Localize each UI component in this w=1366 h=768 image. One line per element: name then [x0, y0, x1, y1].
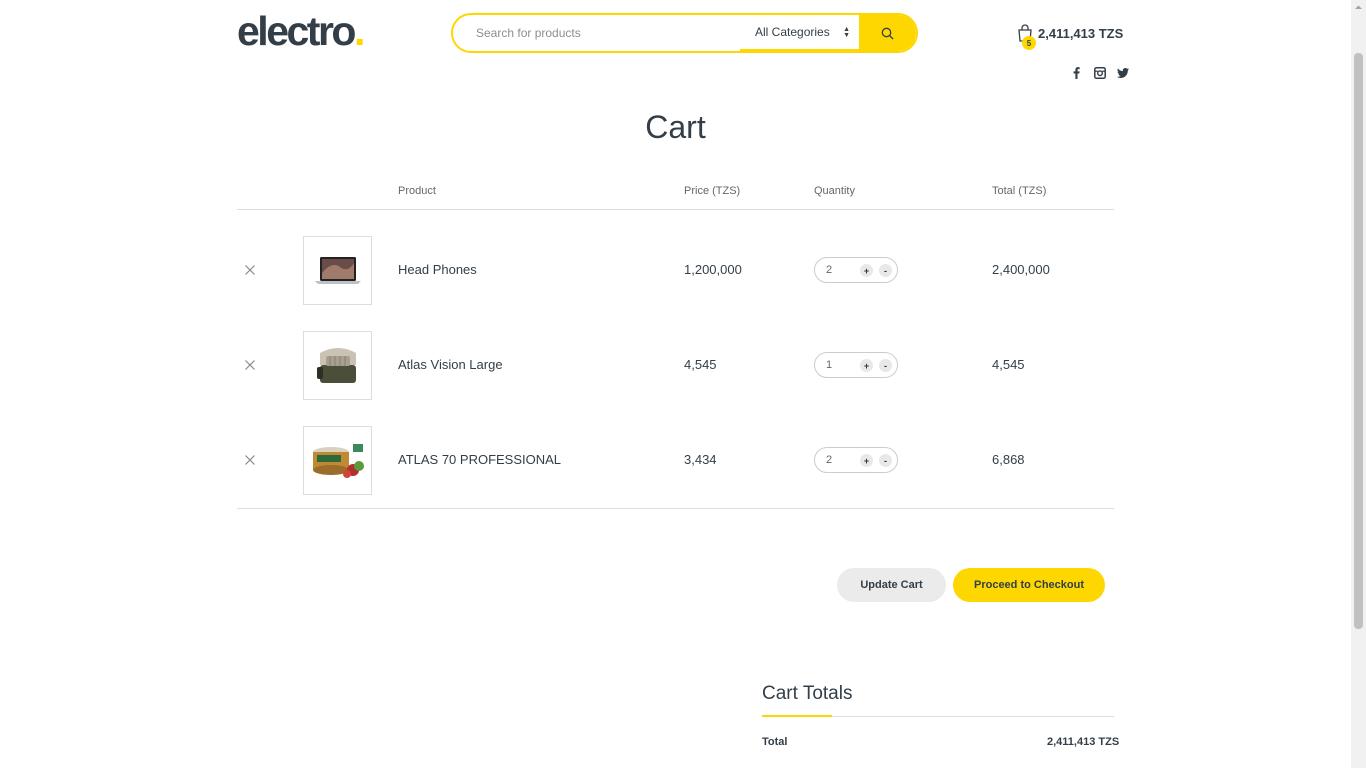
page-title: Cart — [645, 109, 706, 145]
quantity-plus-button[interactable]: + — [860, 359, 873, 372]
quantity-plus-button[interactable]: + — [860, 454, 873, 467]
scroll-up-arrow[interactable] — [1351, 0, 1366, 15]
category-select-value: All Categories — [755, 25, 830, 39]
remove-item-icon[interactable] — [245, 452, 257, 465]
update-cart-button[interactable]: Update Cart — [837, 568, 946, 602]
product-thumbnail-laptop[interactable] — [303, 236, 372, 305]
quantity-value[interactable]: 1 — [826, 359, 832, 371]
totals-accent-underline — [762, 715, 832, 717]
product-price: 1,200,000 — [684, 262, 742, 277]
logo-text: electro — [237, 8, 356, 54]
category-select[interactable]: All Categories ▲ ▼ — [740, 15, 864, 51]
cart-row: Head Phones 1,200,000 2 + - 2,400,000 — [237, 236, 1114, 331]
cart-row: ATLAS 70 PROFESSIONAL 3,434 2 + - 6,868 — [237, 426, 1114, 521]
quantity-value[interactable]: 2 — [826, 454, 832, 466]
quantity-minus-button[interactable]: - — [879, 359, 892, 372]
product-name-link[interactable]: Atlas Vision Large — [398, 357, 503, 372]
quantity-value[interactable]: 2 — [826, 264, 832, 276]
header-total: Total (TZS) — [992, 185, 1047, 197]
total-value: 2,411,413 TZS — [1047, 736, 1120, 748]
site-logo[interactable]: electro. — [237, 8, 365, 55]
line-total: 6,868 — [992, 452, 1025, 467]
product-thumbnail-pet-food-can[interactable] — [303, 426, 372, 495]
cart-count-badge: 5 — [1022, 36, 1036, 50]
twitter-icon[interactable] — [1116, 66, 1129, 79]
product-thumbnail-pet-carrier[interactable] — [303, 331, 372, 400]
search-button[interactable] — [859, 15, 916, 51]
quantity-plus-button[interactable]: + — [860, 264, 873, 277]
product-price: 3,434 — [684, 452, 717, 467]
cart-totals-title: Cart Totals — [762, 683, 853, 704]
header-quantity: Quantity — [814, 185, 855, 197]
cart-row: Atlas Vision Large 4,545 1 + - 4,545 — [237, 331, 1114, 426]
cart-table-header: Product Price (TZS) Quantity Total (TZS) — [237, 180, 1114, 210]
mini-cart-amount: 2,411,413 TZS — [1038, 25, 1124, 41]
instagram-icon[interactable] — [1093, 66, 1106, 79]
table-divider — [237, 508, 1114, 509]
quantity-stepper[interactable]: 2 + - — [814, 257, 898, 283]
mini-cart[interactable]: 5 2,411,413 TZS — [1017, 24, 1124, 50]
line-total: 4,545 — [992, 357, 1025, 372]
facebook-icon[interactable] — [1070, 66, 1083, 79]
product-name-link[interactable]: ATLAS 70 PROFESSIONAL — [398, 452, 561, 467]
search-input[interactable] — [453, 15, 740, 51]
quantity-minus-button[interactable]: - — [879, 264, 892, 277]
total-label: Total — [762, 736, 788, 748]
logo-dot: . — [353, 8, 365, 54]
quantity-stepper[interactable]: 2 + - — [814, 447, 898, 473]
product-name-link[interactable]: Head Phones — [398, 262, 477, 277]
search-bar: All Categories ▲▼ — [451, 13, 918, 53]
line-total: 2,400,000 — [992, 262, 1050, 277]
shopping-bag-icon: 5 — [1017, 24, 1036, 50]
header-price: Price (TZS) — [684, 185, 741, 197]
quantity-stepper[interactable]: 1 + - — [814, 352, 898, 378]
remove-item-icon[interactable] — [245, 357, 257, 370]
search-icon — [881, 27, 894, 39]
social-links — [1070, 66, 1129, 79]
scrollbar-thumb[interactable] — [1354, 53, 1363, 629]
header-product: Product — [398, 185, 436, 197]
quantity-minus-button[interactable]: - — [879, 454, 892, 467]
page-scrollbar[interactable] — [1351, 0, 1366, 768]
remove-item-icon[interactable] — [245, 262, 257, 275]
proceed-to-checkout-button[interactable]: Proceed to Checkout — [953, 568, 1105, 602]
select-arrows-icon: ▲ ▼ — [843, 26, 850, 39]
product-price: 4,545 — [684, 357, 717, 372]
